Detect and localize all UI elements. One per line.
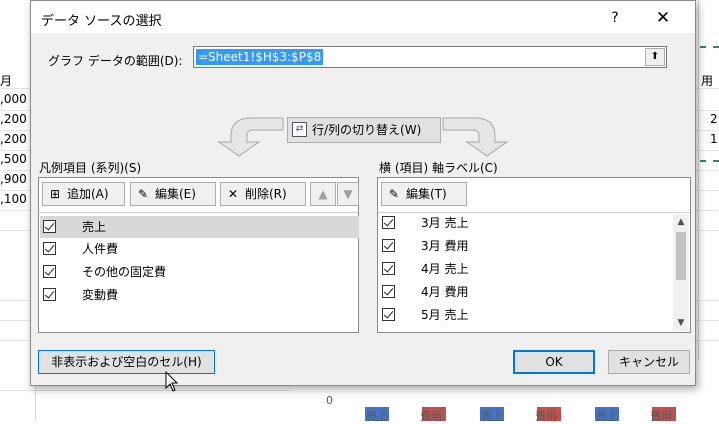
- title-bar[interactable]: データ ソースの選択 ? ✕: [31, 1, 695, 33]
- chart-axis-zero: 0: [326, 394, 333, 407]
- switch-row-column-button[interactable]: ⇄ 行/列の切り替え(W): [287, 117, 441, 143]
- axis-label-item[interactable]: 3月 売上: [379, 212, 673, 234]
- axis-label-text: 5月 売上: [421, 308, 469, 322]
- scrollbar-thumb[interactable]: [676, 232, 686, 280]
- axis-label-text: 4月 売上: [421, 262, 469, 276]
- sheet-cell[interactable]: ,000: [0, 92, 27, 106]
- axis-label-item[interactable]: 3月 費用: [379, 235, 673, 257]
- data-range-input[interactable]: =Sheet1!$H$3:$P$8 ⬆: [193, 46, 667, 68]
- sheet-cell[interactable]: ,200: [0, 112, 27, 126]
- chart-x-label: 売上: [481, 410, 503, 423]
- axis-label-checkbox[interactable]: [382, 285, 395, 298]
- axis-toolbar: ✎ 編集(T): [378, 178, 690, 213]
- add-icon: ⊞: [49, 187, 61, 201]
- hidden-empty-cells-button[interactable]: 非表示および空白のセル(H): [38, 350, 215, 374]
- cancel-button[interactable]: キャンセル: [608, 350, 690, 374]
- sheet-cell[interactable]: ,200: [0, 132, 27, 146]
- chart-x-label: 売上: [596, 410, 618, 423]
- scroll-down-icon[interactable]: ▼: [673, 315, 689, 331]
- axis-label-checkbox[interactable]: [382, 262, 395, 275]
- legend-item-checkbox[interactable]: [43, 265, 56, 278]
- axis-label-checkbox[interactable]: [382, 216, 395, 229]
- close-button[interactable]: ✕: [645, 5, 681, 31]
- edit-series-label: 編集(E): [155, 187, 196, 201]
- sheet-cell[interactable]: 用: [701, 72, 713, 89]
- legend-item[interactable]: 変動費: [40, 284, 359, 306]
- switch-row-column-icon: ⇄: [292, 122, 307, 137]
- legend-item[interactable]: その他の固定費: [40, 261, 359, 283]
- move-up-button[interactable]: ▲: [310, 182, 336, 206]
- axis-label-text: 3月 売上: [421, 216, 469, 230]
- axis-label-item[interactable]: 5月 売上: [379, 304, 673, 326]
- delete-icon: ✕: [227, 187, 239, 201]
- mouse-cursor-icon: [165, 371, 179, 392]
- legend-item-checkbox[interactable]: [43, 242, 56, 255]
- selection-border: [700, 160, 719, 162]
- chart-x-label: 売上: [366, 410, 388, 423]
- edit-axis-labels-label: 編集(T): [406, 187, 447, 201]
- selection-border: [700, 46, 719, 48]
- sheet-cell[interactable]: 1: [710, 132, 718, 146]
- delete-series-button[interactable]: ✕ 削除(R): [220, 182, 306, 206]
- select-data-source-dialog: データ ソースの選択 ? ✕ グラフ データの範囲(D): =Sheet1!$H…: [30, 0, 696, 386]
- axis-label-text: 4月 費用: [421, 285, 469, 299]
- collapse-icon: ⬆: [650, 51, 660, 62]
- data-range-value: =Sheet1!$H$3:$P$8: [196, 49, 324, 65]
- sheet-cell[interactable]: ,900: [0, 172, 27, 186]
- add-series-label: 追加(A): [67, 187, 109, 201]
- chart-x-label: 費用: [420, 410, 442, 423]
- axis-labels-scrollbar[interactable]: ▲ ▼: [673, 214, 689, 331]
- legend-entries-title: 凡例項目 (系列)(S): [39, 161, 142, 175]
- axis-label-checkbox[interactable]: [382, 239, 395, 252]
- edit-axis-labels-button[interactable]: ✎ 編集(T): [381, 182, 467, 206]
- axis-label-item[interactable]: 4月 費用: [379, 281, 673, 303]
- axis-labels-title: 横 (項目) 軸ラベル(C): [379, 161, 498, 175]
- data-range-label: グラフ データの範囲(D):: [48, 54, 183, 68]
- legend-item-label: 変動費: [82, 288, 119, 302]
- axis-labels-panel: ✎ 編集(T) 3月 売上 3月 費用 4月 売上 4月 費用 5月 売上 ▲ …: [377, 177, 691, 333]
- axis-label-item[interactable]: 4月 売上: [379, 258, 673, 280]
- add-series-button[interactable]: ⊞ 追加(A): [42, 182, 125, 206]
- legend-item-label: 人件費: [82, 242, 119, 256]
- legend-toolbar: ⊞ 追加(A) ✎ 編集(E) ✕ 削除(R) ▲ ▼: [39, 178, 359, 213]
- move-down-button[interactable]: ▼: [337, 182, 359, 206]
- delete-series-label: 削除(R): [245, 187, 287, 201]
- sheet-cell[interactable]: ,500: [0, 152, 27, 166]
- edit-icon: ✎: [388, 187, 400, 201]
- chart-x-label: 費用: [535, 410, 557, 423]
- axis-label-checkbox[interactable]: [382, 308, 395, 321]
- scroll-up-icon[interactable]: ▲: [673, 214, 689, 230]
- sheet-cell[interactable]: 月: [0, 72, 12, 89]
- legend-item-checkbox[interactable]: [43, 220, 56, 233]
- legend-entries-panel: ⊞ 追加(A) ✎ 編集(E) ✕ 削除(R) ▲ ▼ 売上 人件費 その他の固…: [38, 177, 359, 333]
- sheet-cell[interactable]: ,100: [0, 192, 27, 206]
- switch-row-column-label: 行/列の切り替え(W): [312, 123, 422, 137]
- edit-series-button[interactable]: ✎ 編集(E): [130, 182, 216, 206]
- collapse-dialog-button[interactable]: ⬆: [645, 48, 665, 66]
- legend-item-checkbox[interactable]: [43, 288, 56, 301]
- legend-item[interactable]: 人件費: [40, 238, 359, 260]
- legend-item-label: その他の固定費: [82, 265, 167, 279]
- chart-x-label: 費用: [650, 410, 672, 423]
- sheet-cell[interactable]: 2: [710, 112, 718, 126]
- help-button[interactable]: ?: [597, 5, 633, 31]
- ok-button[interactable]: OK: [513, 350, 595, 374]
- edit-icon: ✎: [137, 187, 149, 201]
- dialog-title: データ ソースの選択: [41, 14, 162, 29]
- axis-label-text: 3月 費用: [421, 239, 469, 253]
- legend-item-label: 売上: [82, 220, 107, 234]
- legend-item[interactable]: 売上: [40, 216, 359, 238]
